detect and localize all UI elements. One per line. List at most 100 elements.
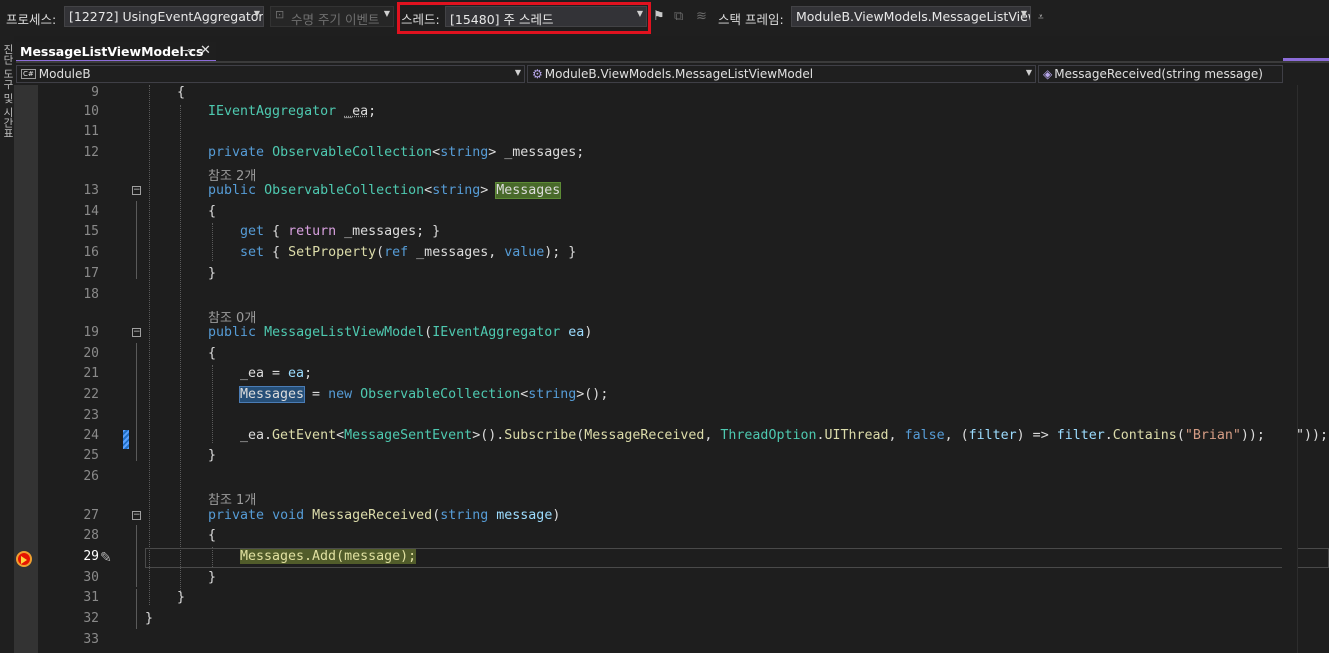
code-line: 21 _ea = ea; xyxy=(14,364,1329,384)
code-line: 25 } xyxy=(14,446,1329,466)
thread-highlight-box xyxy=(397,2,651,34)
line-number-current: 29 xyxy=(83,549,99,564)
viewport-edge xyxy=(1282,85,1297,653)
overflow-code-text: ")); xyxy=(1296,428,1329,443)
code-line: 32 } xyxy=(14,609,1329,629)
breakpoint-current-statement-icon[interactable] xyxy=(16,551,32,567)
code-editor[interactable]: 9 { 10 IEventAggregator _ea; 11 12 priva… xyxy=(14,85,1329,653)
line-number: 26 xyxy=(83,469,99,484)
line-number: 24 xyxy=(83,428,99,443)
code-line: 33 xyxy=(14,630,1329,650)
flag-icon[interactable]: ⚑ xyxy=(653,9,665,24)
flag-threads-icon[interactable]: ⧉ xyxy=(674,9,683,24)
code-line: 28 { xyxy=(14,526,1329,546)
collapse-icon[interactable]: − xyxy=(132,511,141,520)
lifecycle-events-dropdown[interactable]: ⊡ 수명 주기 이벤트 ▼ xyxy=(270,6,394,27)
code-line: 13 − public ObservableCollection<string>… xyxy=(14,181,1329,201)
line-number: 9 xyxy=(91,85,99,100)
line-number: 30 xyxy=(83,570,99,585)
editor-split-edge xyxy=(1297,85,1298,653)
class-dropdown[interactable]: ⚙ ModuleB.ViewModels.MessageListViewModel… xyxy=(527,65,1036,83)
line-number: 14 xyxy=(83,204,99,219)
collapse-icon[interactable]: − xyxy=(132,328,141,337)
lifecycle-value: 수명 주기 이벤트 xyxy=(291,12,380,27)
chevron-down-icon: ▼ xyxy=(514,68,521,77)
change-tracking-marker xyxy=(123,430,129,449)
stackframe-dropdown[interactable]: ModuleB.ViewModels.MessageListViewM ▼ xyxy=(791,6,1031,27)
show-threads-icon[interactable]: ≋ xyxy=(696,9,707,24)
process-label: 프로세스: xyxy=(6,12,57,27)
code-line: 9 { xyxy=(14,83,1329,103)
code-line: 27 − private void MessageReceived(string… xyxy=(14,506,1329,526)
csharp-project-icon: C# xyxy=(21,69,36,79)
chevron-down-icon: ▼ xyxy=(383,9,390,18)
code-line: 16 set { SetProperty(ref _messages, valu… xyxy=(14,243,1329,263)
toolbar-overflow-icon[interactable]: ⩡ xyxy=(1038,12,1044,23)
lifecycle-icon: ⊡ xyxy=(275,8,285,21)
line-number: 16 xyxy=(83,245,99,260)
pin-icon[interactable]: ⊸ xyxy=(182,44,191,57)
line-number: 13 xyxy=(83,183,99,198)
line-number: 10 xyxy=(83,104,99,119)
code-line: 18 xyxy=(14,285,1329,305)
stackframe-label: 스택 프레임: xyxy=(718,12,784,27)
tab-title: MessageListViewModel.cs xyxy=(20,44,204,59)
code-line: 24 _ea.GetEvent<MessageSentEvent>().Subs… xyxy=(14,426,1329,446)
chevron-down-icon: ▼ xyxy=(1025,68,1032,77)
line-number: 19 xyxy=(83,325,99,340)
code-line-current: 29 Messages.Add(message); xyxy=(14,547,1329,567)
line-number: 21 xyxy=(83,366,99,381)
code-line: 31 } xyxy=(14,588,1329,608)
line-number: 33 xyxy=(83,632,99,647)
line-number: 27 xyxy=(83,508,99,523)
line-number: 32 xyxy=(83,611,99,626)
process-value: [12272] UsingEventAggregator.ex xyxy=(69,9,264,24)
navigation-bar: C# ModuleB ▼ ⚙ ModuleB.ViewModels.MessageL… xyxy=(16,64,1283,84)
line-number: 15 xyxy=(83,224,99,239)
process-dropdown[interactable]: [12272] UsingEventAggregator.ex ▼ xyxy=(64,6,264,27)
line-number: 25 xyxy=(83,448,99,463)
code-line: 23 xyxy=(14,406,1329,426)
edit-and-continue-icon[interactable]: ✎ xyxy=(100,550,112,566)
chevron-down-icon: ▼ xyxy=(1020,9,1027,18)
line-number: 31 xyxy=(83,590,99,605)
code-line: 19 − public MessageListViewModel(IEventA… xyxy=(14,323,1329,343)
code-lens-row: 참조 2개 xyxy=(14,162,1329,184)
code-line: 26 xyxy=(14,467,1329,487)
code-line: 11 xyxy=(14,122,1329,142)
code-line: 15 get { return _messages; } xyxy=(14,222,1329,242)
code-lens-row: 참조 0개 xyxy=(14,304,1329,326)
line-number: 23 xyxy=(83,408,99,423)
tab-strip-divider xyxy=(16,61,1329,63)
line-number: 18 xyxy=(83,287,99,302)
document-tab[interactable]: MessageListViewModel.cs ⊸ ✕ xyxy=(16,42,216,62)
member-dropdown[interactable]: ◈ MessageReceived(string message) xyxy=(1038,65,1283,83)
code-line: 10 IEventAggregator _ea; xyxy=(14,102,1329,122)
code-line: 30 } xyxy=(14,568,1329,588)
code-lens-row: 참조 1개 xyxy=(14,486,1329,508)
project-dropdown[interactable]: C# ModuleB ▼ xyxy=(16,65,525,83)
code-line: 12 private ObservableCollection<string> … xyxy=(14,143,1329,163)
line-number: 28 xyxy=(83,528,99,543)
line-number: 11 xyxy=(83,124,99,139)
line-number: 12 xyxy=(83,145,99,160)
line-number: 20 xyxy=(83,346,99,361)
code-line: 17 } xyxy=(14,264,1329,284)
diagnostic-tools-side-tab[interactable]: 진단 도구 및 시간표 xyxy=(0,36,14,653)
code-line: 22 Messages = new ObservableCollection<s… xyxy=(14,385,1329,405)
stackframe-value: ModuleB.ViewModels.MessageListViewM xyxy=(796,9,1031,24)
project-value: ModuleB xyxy=(38,67,91,81)
chevron-down-icon: ▼ xyxy=(253,9,260,18)
line-number: 22 xyxy=(83,387,99,402)
collapse-icon[interactable]: − xyxy=(132,186,141,195)
line-number: 17 xyxy=(83,266,99,281)
code-line: 14 { xyxy=(14,202,1329,222)
close-icon[interactable]: ✕ xyxy=(200,43,211,58)
class-value: ModuleB.ViewModels.MessageListViewModel xyxy=(544,67,814,81)
code-line: 20 { xyxy=(14,344,1329,364)
method-icon: ◈ xyxy=(1043,67,1053,81)
tab-strip-accent xyxy=(1283,58,1329,61)
class-icon: ⚙ xyxy=(532,67,543,81)
member-value: MessageReceived(string message) xyxy=(1054,67,1263,81)
debug-location-toolbar: 프로세스: [12272] UsingEventAggregator.ex ▼ … xyxy=(0,0,1329,36)
